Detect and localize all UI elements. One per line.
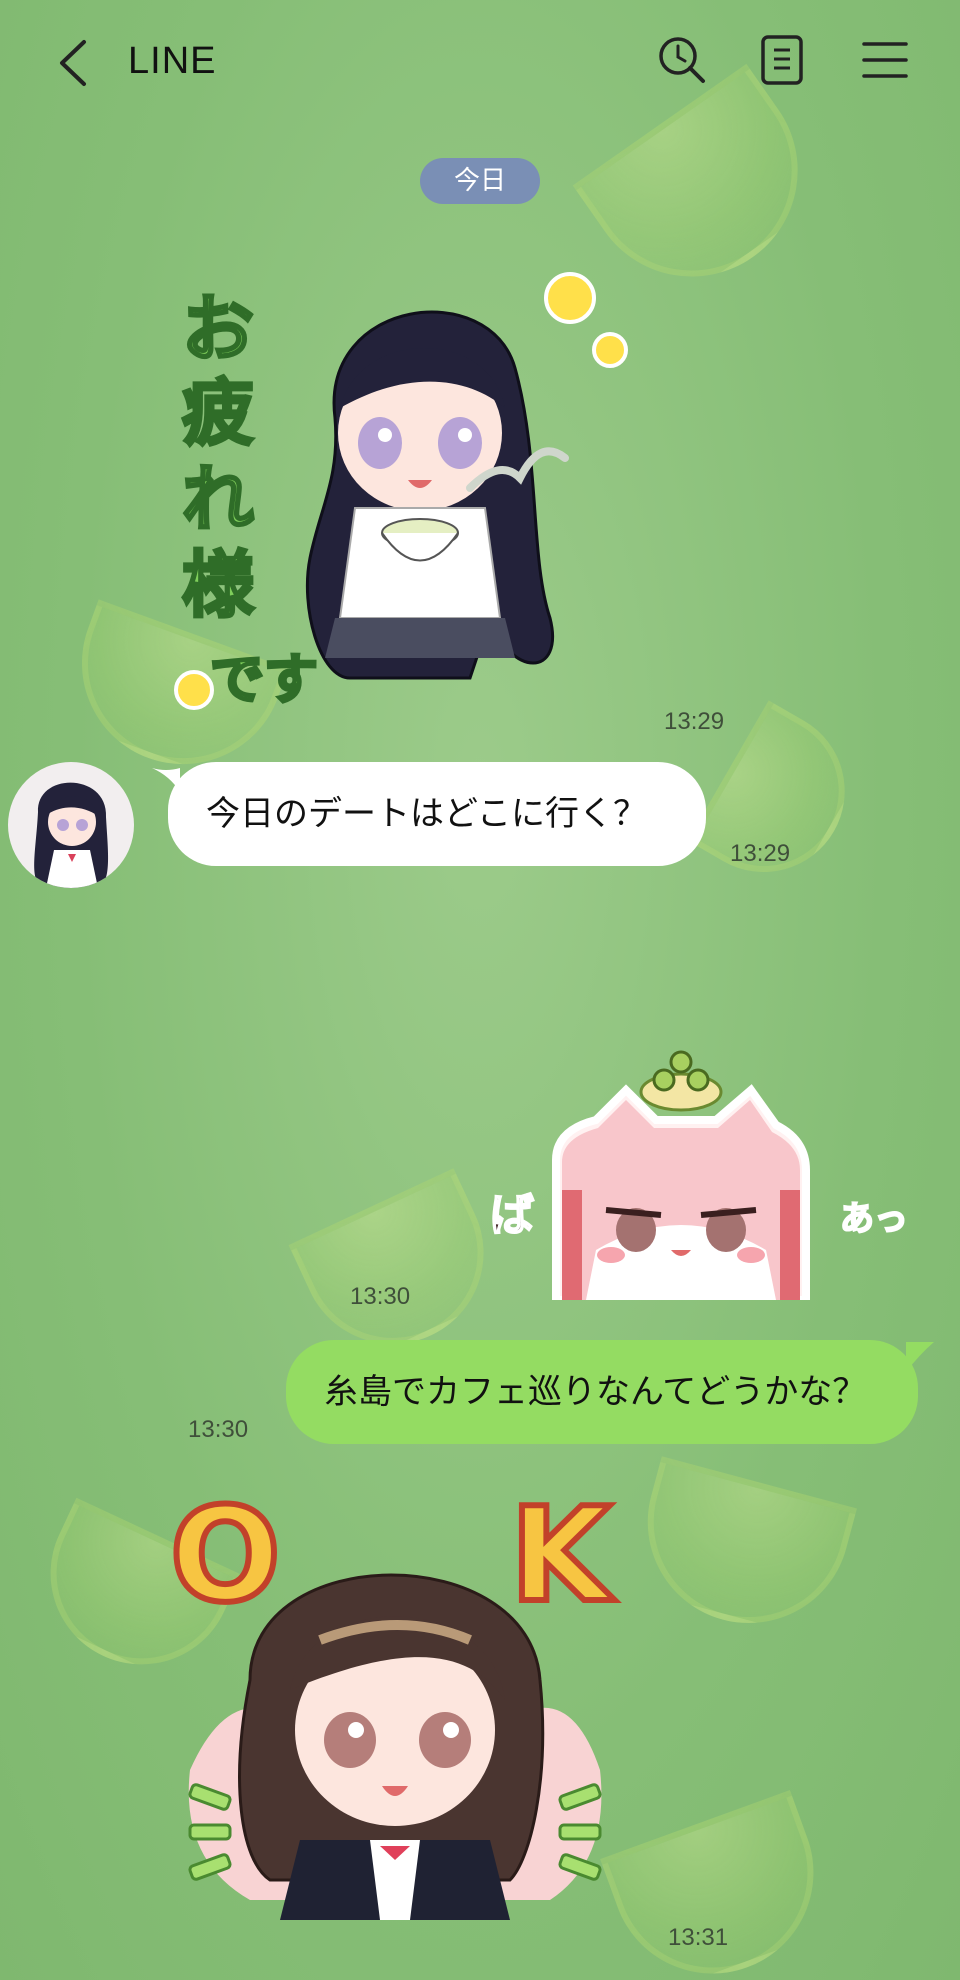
svg-text:ば: ば [490, 1190, 534, 1241]
message-time: 13:30 [350, 1283, 411, 1310]
message-time: 13:31 [668, 1924, 729, 1951]
avatar[interactable] [8, 762, 134, 888]
notes-icon[interactable] [756, 34, 808, 86]
svg-text:様: 様 [182, 543, 255, 627]
svg-text:疲: 疲 [182, 371, 254, 455]
svg-text:お: お [182, 287, 254, 371]
svg-text:K: K [510, 1480, 615, 1631]
svg-text:れ: れ [182, 457, 254, 541]
svg-text:です: です [210, 648, 318, 711]
message-time: 13:29 [664, 708, 725, 735]
chat-title: LINE [128, 40, 217, 82]
message-time: 13:30 [188, 1416, 249, 1443]
chevron-left-icon[interactable] [52, 38, 96, 88]
sticker-otsukaresama[interactable]: お 疲 れ 様 です [170, 258, 630, 728]
avatar-image [34, 782, 109, 888]
message-bubble-outgoing[interactable]: 糸島でカフェ巡りなんてどうかな？ [286, 1340, 918, 1444]
svg-text:あっ: あっ [840, 1199, 906, 1239]
message-time: 13:29 [730, 840, 791, 867]
message-bubble-incoming[interactable]: 今日のデートはどこに行く？ [168, 762, 706, 866]
sticker-ok[interactable]: O K [170, 1480, 630, 1940]
chat-header: LINE [0, 0, 960, 130]
sticker-baa[interactable]: ば あっ [486, 1050, 906, 1300]
date-separator: 今日 [420, 158, 540, 204]
bubble-tail [906, 1342, 934, 1372]
svg-text:O: O [170, 1480, 281, 1631]
menu-icon[interactable] [860, 34, 912, 86]
history-search-icon[interactable] [656, 34, 708, 86]
